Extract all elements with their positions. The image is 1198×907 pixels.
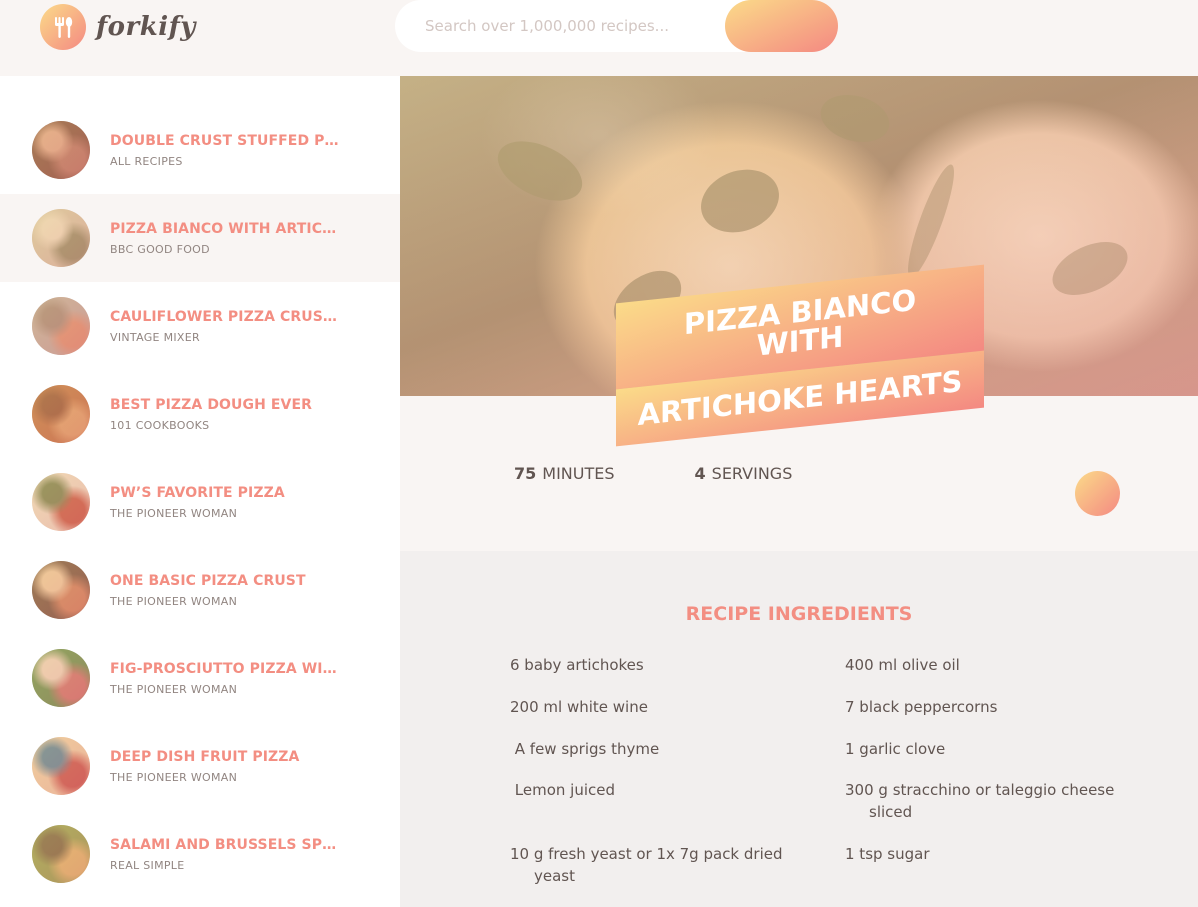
- servings-value: 4: [694, 464, 706, 483]
- result-title: Fig-Prosciutto Pizza with Arugula: [110, 660, 340, 677]
- ingredient-text: 6 baby artichokes: [510, 656, 644, 674]
- ingredient-item: 400 ml olive oil: [845, 655, 1130, 677]
- ingredient-list: 6 baby artichokes 400 ml olive oil 200 ml …: [510, 655, 1130, 887]
- bookmark-button[interactable]: [1075, 471, 1120, 516]
- result-title: One Basic Pizza Crust: [110, 572, 306, 589]
- result-item[interactable]: Double Crust Stuffed Pizza All Recipes: [0, 106, 400, 194]
- ingredient-text-continued: yeast: [534, 866, 575, 885]
- search-input[interactable]: [425, 17, 715, 35]
- result-thumbnail: [32, 561, 90, 619]
- ingredient-item: 200 ml white wine: [510, 697, 845, 719]
- ingredient-text: 400 ml olive oil: [845, 656, 960, 674]
- ingredient-item: 10 g fresh yeast or 1x 7g pack dried yeas…: [510, 844, 845, 888]
- result-title: Pizza Bianco with Artichoke Hearts: [110, 220, 340, 237]
- ingredient-text: Lemon juiced: [510, 781, 615, 800]
- result-title: Cauliflower Pizza Crust Recipe: [110, 308, 340, 325]
- ingredient-text: 1 garlic clove: [845, 739, 946, 758]
- result-text: One Basic Pizza Crust The Pioneer Woman: [110, 573, 340, 608]
- result-thumbnail: [32, 649, 90, 707]
- result-thumbnail: [32, 209, 90, 267]
- result-item[interactable]: Fig-Prosciutto Pizza with Arugula The Pio…: [0, 634, 400, 722]
- result-publisher: The Pioneer Woman: [110, 682, 238, 696]
- result-title: Salami and Brussels Sprouts Pizza: [110, 836, 340, 853]
- result-thumbnail: [32, 825, 90, 883]
- ingredients-heading: Recipe Ingredients: [685, 603, 913, 625]
- ingredient-item: 1 tsp sugar: [845, 844, 1130, 888]
- ingredient-item: A few sprigs thyme: [510, 739, 845, 761]
- result-publisher: 101 Cookbooks: [110, 418, 210, 432]
- ingredient-text: A few sprigs thyme: [510, 739, 660, 758]
- result-thumbnail: [32, 121, 90, 179]
- recipe-details: 75 minutes 4 servings: [400, 396, 1198, 551]
- result-title: Deep Dish Fruit Pizza: [110, 748, 300, 765]
- result-publisher: The Pioneer Woman: [110, 506, 238, 520]
- result-publisher: Real Simple: [110, 858, 185, 872]
- result-item[interactable]: Best Pizza Dough Ever 101 Cookbooks: [0, 370, 400, 458]
- fork-knife-icon: [40, 4, 86, 50]
- servings-label: servings: [711, 464, 793, 483]
- result-text: Pizza Bianco with Artichoke Hearts BBC Go…: [110, 221, 340, 256]
- result-publisher: The Pioneer Woman: [110, 770, 238, 784]
- result-title: Best Pizza Dough Ever: [110, 396, 313, 413]
- servings: 4 servings: [695, 464, 793, 483]
- ingredient-text: 300 g stracchino or taleggio cheese: [845, 781, 1115, 800]
- result-thumbnail: [32, 385, 90, 443]
- result-publisher: Vintage Mixer: [110, 330, 200, 344]
- result-thumbnail: [32, 737, 90, 795]
- result-publisher: BBC Good Food: [110, 242, 210, 256]
- minutes-label: minutes: [542, 464, 615, 483]
- result-text: Cauliflower Pizza Crust Recipe Vintage Mi…: [110, 309, 340, 344]
- ingredient-item: 6 baby artichokes: [510, 655, 845, 677]
- ingredient-text: 200 ml white wine: [510, 697, 648, 716]
- ingredient-item: 7 black peppercorns: [845, 697, 1130, 719]
- result-text: Double Crust Stuffed Pizza All Recipes: [110, 133, 340, 168]
- search-results: Double Crust Stuffed Pizza All Recipes Piz…: [0, 76, 400, 907]
- result-title: Double Crust Stuffed Pizza: [110, 132, 340, 149]
- result-text: Best Pizza Dough Ever 101 Cookbooks: [110, 397, 340, 432]
- result-text: Salami and Brussels Sprouts Pizza Real Si…: [110, 837, 340, 872]
- result-item[interactable]: One Basic Pizza Crust The Pioneer Woman: [0, 546, 400, 634]
- recipe: Pizza Bianco with Artichoke Hearts 75 mi…: [400, 76, 1198, 907]
- result-publisher: All Recipes: [110, 154, 183, 168]
- recipe-ingredients: Recipe Ingredients 6 baby artichokes 400 …: [400, 551, 1198, 907]
- result-item[interactable]: Deep Dish Fruit Pizza The Pioneer Woman: [0, 722, 400, 810]
- ingredient-text: 10 g fresh yeast or 1x 7g pack dried: [510, 844, 783, 863]
- result-item[interactable]: Cauliflower Pizza Crust Recipe Vintage Mi…: [0, 282, 400, 370]
- ingredient-item: Lemon juiced: [510, 780, 845, 824]
- result-item[interactable]: PW’s Favorite Pizza The Pioneer Woman: [0, 458, 400, 546]
- search-button[interactable]: [725, 0, 838, 52]
- result-thumbnail: [32, 297, 90, 355]
- result-text: Deep Dish Fruit Pizza The Pioneer Woman: [110, 749, 340, 784]
- ingredient-item: 1 garlic clove: [845, 739, 1130, 761]
- result-publisher: The Pioneer Woman: [110, 594, 238, 608]
- ingredient-text: 7 black peppercorns: [845, 697, 998, 716]
- logo[interactable]: forkify: [40, 4, 196, 50]
- search-form: [395, 0, 838, 52]
- result-item[interactable]: Salami and Brussels Sprouts Pizza Real Si…: [0, 810, 400, 898]
- result-title: PW’s Favorite Pizza: [110, 484, 285, 501]
- result-text: Fig-Prosciutto Pizza with Arugula The Pio…: [110, 661, 340, 696]
- result-thumbnail: [32, 473, 90, 531]
- minutes-value: 75: [514, 464, 537, 483]
- result-item[interactable]: Pizza Bianco with Artichoke Hearts BBC Go…: [0, 194, 400, 282]
- brand-name: forkify: [96, 12, 196, 42]
- result-text: PW’s Favorite Pizza The Pioneer Woman: [110, 485, 340, 520]
- ingredient-text-continued: sliced: [869, 803, 913, 821]
- ingredient-text: 1 tsp sugar: [845, 844, 930, 863]
- cooking-time: 75 minutes: [514, 464, 615, 483]
- header: forkify: [0, 0, 1198, 76]
- ingredient-item: 300 g stracchino or taleggio cheese slice…: [845, 780, 1130, 824]
